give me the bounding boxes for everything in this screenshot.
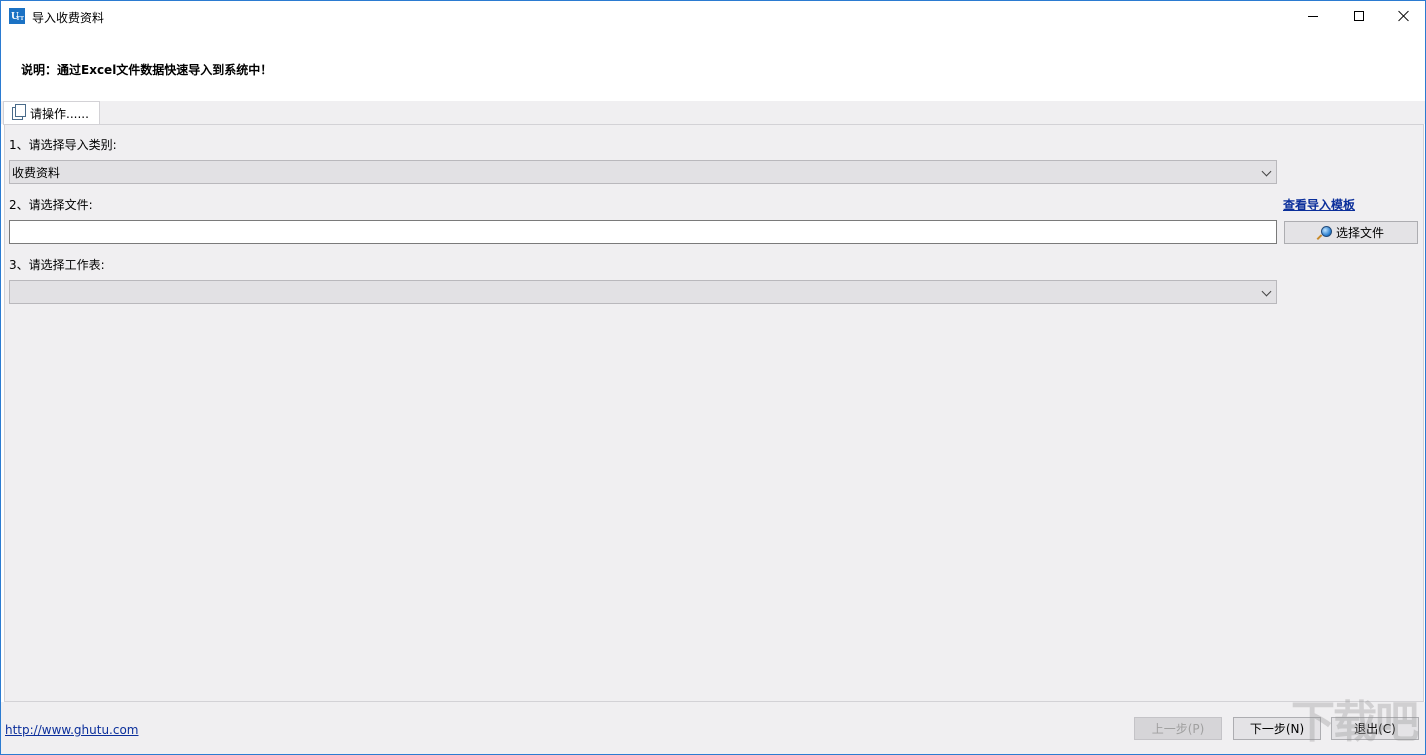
chevron-down-icon [1261, 286, 1272, 297]
step2-label: 2、请选择文件: [9, 198, 93, 212]
search-icon [1316, 225, 1332, 240]
choose-file-button[interactable]: 选择文件 [1284, 221, 1418, 244]
title-bar: U TT 导入收费资料 [1, 1, 1425, 31]
import-category-value: 收费资料 [12, 165, 61, 180]
step1-label: 1、请选择导入类别: [9, 138, 117, 152]
exit-button[interactable]: 退出(C) [1331, 717, 1419, 740]
view-template-link[interactable]: 查看导入模板 [1283, 196, 1355, 213]
tab-operate[interactable]: 请操作...... [3, 101, 100, 125]
minimize-button[interactable] [1290, 1, 1336, 31]
website-link[interactable]: http://www.ghutu.com [5, 723, 139, 737]
close-icon [1398, 10, 1410, 22]
minimize-icon [1308, 15, 1318, 17]
maximize-button[interactable] [1336, 1, 1382, 31]
choose-file-label: 选择文件 [1335, 226, 1384, 240]
description-header: 说明：通过Excel文件数据快速导入到系统中！ [1, 31, 1425, 101]
tab-strip: 请操作...... [1, 101, 1425, 125]
app-logo-icon: U TT [9, 8, 25, 24]
copy-document-icon [12, 104, 26, 120]
close-button[interactable] [1381, 1, 1426, 31]
app-logo-subscript: TT [15, 16, 24, 22]
search-lens [1320, 225, 1332, 237]
chevron-down-icon [1261, 166, 1272, 177]
search-handle [1316, 233, 1323, 240]
prev-step-button[interactable]: 上一步(P) [1134, 717, 1222, 740]
file-path-input[interactable] [9, 220, 1277, 244]
maximize-icon [1354, 11, 1364, 21]
next-step-button[interactable]: 下一步(N) [1233, 717, 1321, 740]
description-text: 说明：通过Excel文件数据快速导入到系统中！ [21, 63, 273, 77]
tab-label: 请操作...... [30, 107, 89, 121]
step3-label: 3、请选择工作表: [9, 258, 105, 272]
import-dialog-window: U TT 导入收费资料 说明：通过Excel文件数据快速导入到系统中！ 请操作..… [0, 0, 1426, 755]
worksheet-select[interactable] [9, 280, 1277, 304]
form-panel: 1、请选择导入类别: 收费资料 2、请选择文件: 查看导入模板 选择文件 3、请… [4, 124, 1424, 702]
footer-bar: http://www.ghutu.com 上一步(P) 下一步(N) 退出(C) [1, 702, 1425, 754]
import-category-select[interactable]: 收费资料 [9, 160, 1277, 184]
window-title: 导入收费资料 [32, 11, 105, 25]
